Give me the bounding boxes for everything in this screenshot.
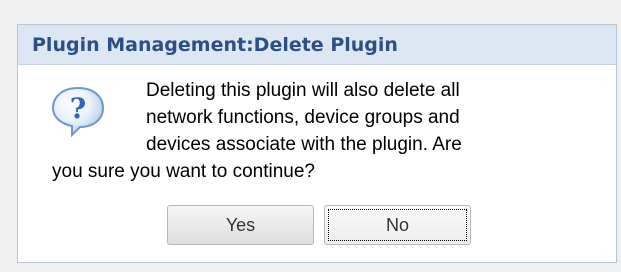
focus-ring (328, 209, 467, 241)
dialog-title: Plugin Management:Delete Plugin (32, 33, 398, 56)
yes-button-label: Yes (225, 214, 256, 235)
dialog-buttons: Yes No (167, 205, 471, 245)
dialog-title-bar: Plugin Management:Delete Plugin (18, 25, 616, 65)
yes-button[interactable]: Yes (167, 205, 314, 245)
no-button[interactable]: No (324, 205, 471, 245)
dialog-message: Deleting this plugin will also delete al… (52, 77, 572, 185)
message-line-4: you sure you want to continue? (52, 161, 316, 182)
delete-plugin-dialog: Plugin Management:Delete Plugin ? Deleti… (17, 24, 617, 263)
